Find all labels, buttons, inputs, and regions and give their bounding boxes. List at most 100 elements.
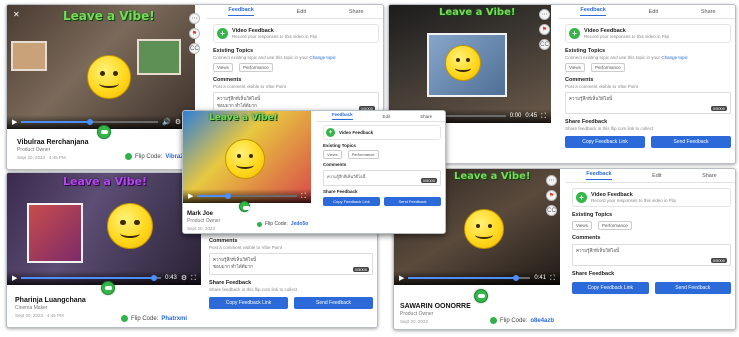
fullscreen-icon[interactable]: ⛶	[541, 113, 546, 120]
tab-feedback[interactable]: Feedback	[331, 112, 353, 120]
video-player[interactable]: Leave a Vibe! ▶ ⛶	[183, 111, 311, 203]
play-icon[interactable]: ▶	[188, 193, 193, 200]
progress-bar[interactable]	[197, 193, 298, 199]
rating-performance[interactable]: Performance	[597, 221, 632, 230]
flip-code-value[interactable]: Jedo5o	[291, 221, 309, 227]
settings-icon[interactable]: ⚙	[175, 119, 181, 126]
creator-info: Pharinja Luangchana Cinema Maker Sept 20…	[15, 297, 86, 318]
flip-logo-icon	[239, 201, 250, 212]
copy-feedback-link-button[interactable]: Copy Feedback Link	[323, 197, 380, 206]
inner-photo	[27, 203, 83, 263]
caption-icon[interactable]: CC	[546, 205, 557, 216]
tab-share[interactable]: Share	[349, 9, 364, 15]
share-feedback-section: Share Feedback Share feedback in this fl…	[565, 119, 731, 131]
creator-name: Vibulraa Rerchanjana	[17, 139, 89, 146]
feedback-actions: Copy Feedback Link Send Feedback	[572, 282, 731, 294]
comments-section: Comments Post a comment visible to Vibe …	[565, 77, 731, 114]
video-feedback-card[interactable]: + Video Feedback Record your responses t…	[565, 24, 731, 43]
video-feedback-desc: Record your responses to this video in F…	[232, 34, 318, 39]
progress-bar[interactable]	[21, 275, 162, 281]
change-topic-link[interactable]: Change topic	[661, 55, 688, 60]
volume-icon[interactable]: 🔊	[162, 119, 171, 126]
tab-feedback[interactable]: Feedback	[228, 7, 254, 16]
video-feedback-card[interactable]: + Video Feedback Record your responses t…	[572, 188, 731, 207]
settings-icon[interactable]: ⚙	[181, 275, 187, 282]
tab-edit[interactable]: Edit	[297, 9, 306, 15]
rating-views[interactable]: Views	[213, 63, 233, 72]
send-feedback-button[interactable]: Send Feedback	[654, 282, 731, 294]
send-feedback-button[interactable]: Send Feedback	[384, 197, 441, 206]
share-feedback-section: Share Feedback Share feedback in this fl…	[209, 280, 373, 292]
tab-edit[interactable]: Edit	[649, 9, 658, 15]
tab-feedback[interactable]: Feedback	[586, 171, 612, 180]
plus-icon: +	[576, 192, 587, 203]
send-feedback-button[interactable]: Send Feedback	[294, 297, 373, 309]
more-icon[interactable]: ⋯	[546, 175, 557, 186]
share-feedback-heading: Share Feedback	[572, 271, 615, 277]
comment-input[interactable]: ความรู้สึกที่เห็นวิดีโอนี้ 0/5000	[323, 170, 441, 186]
report-icon[interactable]: ⚑	[189, 28, 200, 39]
comment-count: 0/5000	[420, 178, 437, 183]
creator-role: Product Owner	[400, 311, 434, 317]
copy-feedback-link-button[interactable]: Copy Feedback Link	[209, 297, 288, 309]
flip-code-value[interactable]: Phatrxmi	[161, 316, 187, 322]
comment-text: ชอบมาก ทำได้ดีมาก	[213, 264, 253, 269]
time-duration: 0:45	[525, 113, 538, 119]
play-icon[interactable]: ▶	[12, 119, 17, 126]
video-title: Leave a Vibe!	[63, 9, 155, 23]
more-icon[interactable]: ⋯	[189, 13, 200, 24]
comment-input[interactable]: ความรู้สึกที่เห็นวิดีโอนี้ 0/5000	[572, 244, 731, 266]
copy-feedback-link-button[interactable]: Copy Feedback Link	[572, 282, 649, 294]
rating-performance[interactable]: Performance	[590, 63, 625, 72]
more-icon[interactable]: ⋯	[539, 9, 550, 20]
play-icon[interactable]: ▶	[399, 275, 404, 282]
tab-share[interactable]: Share	[701, 9, 716, 15]
tab-edit[interactable]: Edit	[382, 114, 390, 119]
tab-share[interactable]: Share	[420, 114, 432, 119]
video-player[interactable]: Leave a Vibe! ▶ 0:43 ⚙ ⛶	[7, 173, 201, 285]
time-current: 0:43	[165, 275, 177, 281]
rating-views[interactable]: Views	[323, 150, 342, 159]
sidebar-tabs: Feedback Edit Share	[566, 169, 735, 183]
comment-input[interactable]: ความรู้สึกที่เห็นวิดีโอนี้ 0/5000	[565, 92, 731, 114]
flip-dot-icon	[121, 315, 128, 322]
video-feedback-card[interactable]: + Video Feedback Record your responses t…	[213, 24, 379, 43]
tab-share[interactable]: Share	[702, 173, 717, 179]
flip-logo-icon	[97, 125, 111, 139]
report-icon[interactable]: ⚑	[539, 24, 550, 35]
caption-icon[interactable]: CC	[189, 43, 200, 54]
creator-role: Product Owner	[187, 218, 221, 224]
progress-bar[interactable]	[21, 119, 159, 125]
copy-feedback-link-button[interactable]: Copy Feedback Link	[565, 136, 645, 148]
video-feedback-card[interactable]: + Video Feedback	[323, 125, 441, 140]
time-current: 0:00	[509, 113, 522, 119]
plus-icon: +	[569, 28, 580, 39]
video-player[interactable]: Leave a Vibe! ▶ 0:00 0:45 ⛶	[389, 5, 551, 123]
report-icon[interactable]: ⚑	[546, 190, 557, 201]
rating-performance[interactable]: Performance	[347, 150, 379, 159]
close-icon[interactable]: ✕	[13, 10, 20, 19]
fullscreen-icon[interactable]: ⛶	[301, 193, 306, 200]
smiley-face-icon	[225, 139, 265, 179]
comment-count: 0/5000	[710, 258, 727, 263]
fullscreen-icon[interactable]: ⛶	[550, 275, 555, 282]
flip-code-value[interactable]: o8e4azb	[530, 318, 554, 324]
send-feedback-button[interactable]: Send Feedback	[651, 136, 731, 148]
rating-views[interactable]: Views	[572, 221, 592, 230]
tab-edit[interactable]: Edit	[652, 173, 661, 179]
video-controls: ▶ 0:41 ⛶	[394, 271, 560, 285]
change-topic-link[interactable]: Change topic	[309, 55, 336, 60]
play-icon[interactable]: ▶	[12, 275, 17, 282]
video-player[interactable]: ✕ Leave a Vibe! ▶ 🔊 ⚙ ⛶	[7, 5, 195, 129]
feedback-sidebar: Feedback Edit Share + Video Feedback Exi…	[317, 111, 445, 233]
existing-topics-desc: Connect existing topic and use this topi…	[213, 55, 309, 60]
flip-code: Flip Code: Jedo5o	[257, 221, 308, 227]
comment-input[interactable]: ความรู้สึกที่เห็นวิดีโอนี้ ชอบมาก ทำได้ด…	[209, 253, 373, 275]
caption-icon[interactable]: CC	[539, 39, 550, 50]
fullscreen-icon[interactable]: ⛶	[191, 275, 196, 282]
rating-views[interactable]: Views	[565, 63, 585, 72]
flip-code-label: Flip Code:	[135, 153, 163, 160]
progress-bar[interactable]	[408, 275, 531, 281]
rating-performance[interactable]: Performance	[238, 63, 273, 72]
tab-feedback[interactable]: Feedback	[580, 7, 606, 16]
